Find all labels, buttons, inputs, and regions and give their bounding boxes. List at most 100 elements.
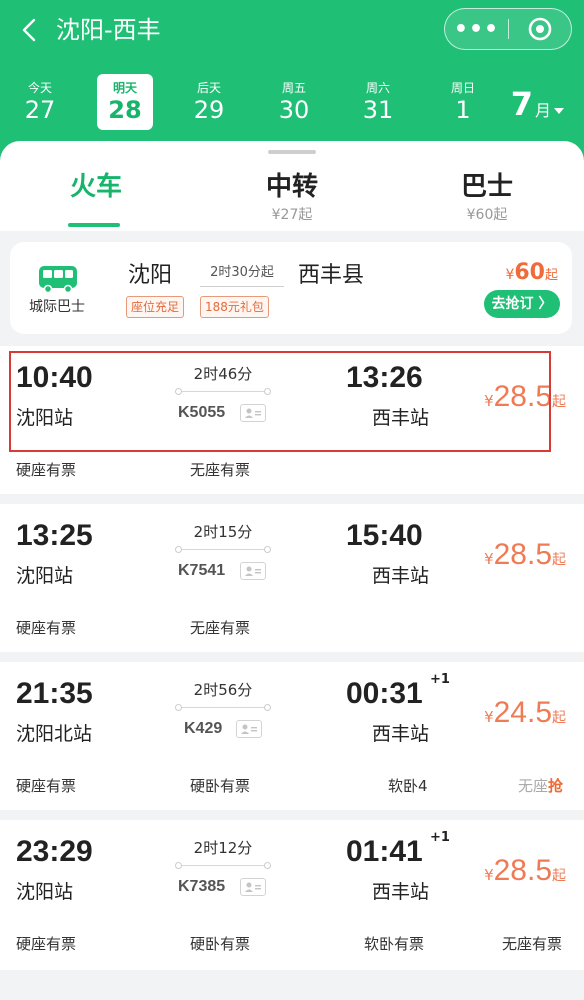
departure-station: 沈阳站 <box>16 881 74 903</box>
departure-time: 21:35 <box>16 677 93 710</box>
seat-standing: 无座有票 <box>190 461 251 479</box>
price-suffix: 起 <box>552 552 566 568</box>
arrival-station: 西丰站 <box>372 881 430 903</box>
train-row[interactable]: 21:35 沈阳北站 2时56分 K429 00:31 +1 西丰站 ¥24.5… <box>0 662 584 810</box>
date-label: 后天 <box>196 81 221 95</box>
book-bus-button[interactable]: 去抢订 〉 <box>484 290 560 318</box>
price-value: 28.5 <box>493 538 552 571</box>
seat-hard-sleeper: 硬卧有票 <box>190 777 251 795</box>
intercity-bus-card[interactable]: 城际巴士 沈阳 2时30分起 西丰县 座位充足 188元礼包 ¥60起 去抢订 … <box>10 242 572 334</box>
miniapp-capsule: ••• <box>444 8 572 50</box>
departure-station: 沈阳站 <box>16 565 74 587</box>
tab-label: 火车 <box>69 172 122 202</box>
date-selector: 今天 27 明天 28 后天 29 周五 30 周六 31 周日 1 7 月 <box>0 72 584 134</box>
id-card-icon <box>236 720 262 738</box>
seat-soft-sleeper: 软卧4 <box>388 777 428 795</box>
bus-icon <box>39 266 77 294</box>
seat-hard-sleeper: 硬卧有票 <box>190 935 251 953</box>
date-label: 今天 <box>27 81 52 95</box>
ticket-price: ¥28.5起 <box>484 538 566 572</box>
arrival-station: 西丰站 <box>372 407 430 429</box>
seat-standing: 无座有票 <box>190 619 251 637</box>
more-dots-icon[interactable]: ••• <box>445 9 508 49</box>
ticket-price: ¥24.5起 <box>484 696 566 730</box>
date-day: 30 <box>278 96 310 124</box>
caret-down-icon <box>554 108 564 114</box>
tab-label: 中转 <box>265 172 318 202</box>
currency-symbol: ¥ <box>484 708 494 726</box>
bus-duration: 2时30分起 <box>210 265 274 280</box>
date-day: 31 <box>362 96 394 124</box>
seat-standing-grab[interactable]: 无座抢 <box>518 776 563 796</box>
price-value: 24.5 <box>493 696 552 729</box>
seat-hard: 硬座有票 <box>16 777 77 795</box>
id-card-icon <box>240 404 266 422</box>
train-number: K429 <box>184 720 223 737</box>
date-day: 29 <box>193 96 225 124</box>
arrival-station: 西丰站 <box>372 723 430 745</box>
month-picker[interactable]: 7 月 <box>511 86 564 122</box>
active-tab-indicator <box>68 223 120 227</box>
seat-soft-sleeper: 软卧有票 <box>364 935 425 953</box>
tab-transfer[interactable]: 中转 ¥27起 <box>252 171 332 225</box>
date-day: 28 <box>108 96 142 124</box>
seat-availability-tag: 座位充足 <box>126 296 185 318</box>
date-tomorrow[interactable]: 明天 28 <box>97 74 153 130</box>
bus-route-line <box>200 286 284 287</box>
departure-time: 23:29 <box>16 835 93 868</box>
month-unit: 月 <box>534 101 551 120</box>
month-number: 7 <box>510 85 533 123</box>
currency-symbol: ¥ <box>484 550 494 568</box>
train-row[interactable]: 10:40 沈阳站 2时46分 K5055 13:26 西丰站 ¥28.5起 硬… <box>0 346 584 494</box>
seat-standing: 无座有票 <box>502 935 563 953</box>
price-value: 60 <box>514 260 545 285</box>
currency-symbol: ¥ <box>484 392 494 410</box>
ticket-price: ¥28.5起 <box>484 854 566 888</box>
date-label: 明天 <box>112 81 137 95</box>
price-suffix: 起 <box>552 868 566 884</box>
arrival-time: 00:31 <box>346 677 423 710</box>
train-row[interactable]: 13:25 沈阳站 2时15分 K7541 15:40 西丰站 ¥28.5起 硬… <box>0 504 584 652</box>
date-day-after[interactable]: 后天 29 <box>181 74 237 130</box>
date-sunday[interactable]: 周日 1 <box>435 74 491 130</box>
ticket-price: ¥28.5起 <box>484 380 566 414</box>
date-today[interactable]: 今天 27 <box>12 74 68 130</box>
tab-bus[interactable]: 巴士 ¥60起 <box>447 171 527 225</box>
date-day: 27 <box>24 96 56 124</box>
tab-train[interactable]: 火车 <box>56 171 136 203</box>
arrival-station: 西丰站 <box>372 565 430 587</box>
title-row: 沈阳-西丰 ••• <box>0 0 584 62</box>
transport-tabs: 火车 中转 ¥27起 巴士 ¥60起 <box>0 141 584 231</box>
seat-hard: 硬座有票 <box>16 619 77 637</box>
departure-station: 沈阳北站 <box>16 723 93 745</box>
train-row[interactable]: 23:29 沈阳站 2时12分 K7385 01:41 +1 西丰站 ¥28.5… <box>0 820 584 970</box>
train-number: K5055 <box>178 404 226 421</box>
date-label: 周六 <box>365 81 390 95</box>
tab-price: ¥27起 <box>271 207 313 223</box>
price-suffix: 起 <box>552 394 566 410</box>
bus-origin: 沈阳 <box>128 263 173 288</box>
seat-standing-label: 无座 <box>518 777 549 795</box>
departure-station: 沈阳站 <box>16 407 74 429</box>
date-friday[interactable]: 周五 30 <box>266 74 322 130</box>
duration-line <box>175 862 271 869</box>
next-day-badge: +1 <box>430 672 450 687</box>
arrival-time: 13:26 <box>346 361 423 394</box>
back-button[interactable] <box>14 14 44 46</box>
bus-price: ¥60起 <box>505 260 558 285</box>
page-title: 沈阳-西丰 <box>56 16 161 44</box>
id-card-icon <box>240 562 266 580</box>
drag-handle[interactable] <box>268 150 316 154</box>
trip-duration: 2时15分 <box>193 523 253 541</box>
seat-hard: 硬座有票 <box>16 461 77 479</box>
departure-time: 13:25 <box>16 519 93 552</box>
date-label: 周五 <box>281 81 306 95</box>
date-day: 1 <box>455 96 471 124</box>
price-suffix: 起 <box>552 710 566 726</box>
date-saturday[interactable]: 周六 31 <box>350 74 406 130</box>
close-miniapp-button[interactable] <box>509 9 571 49</box>
trip-duration: 2时46分 <box>193 365 253 383</box>
record-target-icon <box>528 17 552 41</box>
date-label: 周日 <box>450 81 475 95</box>
arrival-time: 15:40 <box>346 519 423 552</box>
